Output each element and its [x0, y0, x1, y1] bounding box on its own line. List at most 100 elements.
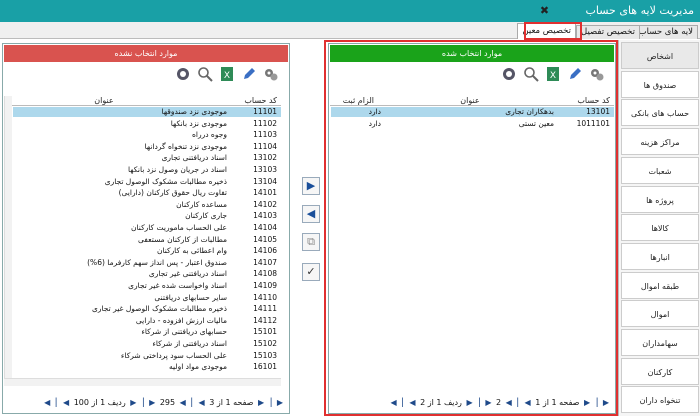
row-title: اسناد دریافتنی غیر تجاری	[148, 269, 227, 279]
table-row[interactable]: 15103 علی الحساب سود پرداختی شرکاء	[13, 351, 281, 361]
table-row[interactable]: 11104 موجودی نزد تنخواه گردانها	[13, 142, 281, 152]
rows-next-button[interactable]: ◀	[63, 396, 69, 410]
prev-page-button[interactable]: ▶	[258, 396, 264, 410]
table-row[interactable]: 16101 موجودی مواد اولیه	[13, 362, 281, 372]
gears-icon[interactable]	[589, 66, 605, 82]
rows-next-button[interactable]: ◀	[409, 396, 415, 410]
table-row[interactable]: 14110 سایر حسابهای دریافتنی	[13, 293, 281, 303]
confirm-button[interactable]: ✓	[302, 263, 320, 281]
total-count: 295	[159, 398, 176, 407]
row-code: 11102	[253, 118, 277, 128]
copy-button[interactable]: ⧉	[302, 233, 320, 251]
table-row[interactable]: 13103 اسناد در جریان وصول نزد بانکها	[13, 165, 281, 175]
row-title: علی الحساب ماموریت کارکنان	[131, 223, 227, 232]
left-hscroll[interactable]	[4, 378, 281, 386]
table-row[interactable]: 11103 وجوه درراه	[13, 130, 281, 140]
excel-icon[interactable]: X	[219, 66, 235, 82]
sidebar-item[interactable]: حساب های بانکی	[621, 99, 699, 127]
prev-page-button[interactable]: ▶	[584, 396, 590, 410]
sidebar-item[interactable]: کالاها	[621, 214, 699, 242]
row-title: مالیات ارزش افزوده - دارایی	[135, 315, 227, 325]
table-row[interactable]: 14112 مالیات ارزش افزوده - دارایی	[13, 316, 281, 326]
sidebar-item[interactable]: طبقه اموال	[621, 271, 699, 299]
sidebar-item[interactable]: اشخاص	[621, 42, 699, 69]
tab-detail-assign[interactable]: تخصیص تفصیل	[576, 25, 640, 39]
row-code: 16101	[253, 362, 277, 372]
left-vscroll[interactable]	[4, 96, 12, 386]
row-code: 14110	[253, 292, 277, 302]
rows-last-button[interactable]: ▕◀	[391, 396, 403, 410]
table-row[interactable]: 11101 موجودی نزد صندوقها	[13, 107, 281, 117]
table-row[interactable]: 13102 اسناد دریافتنی تجاری	[13, 153, 281, 163]
selected-header: موارد انتخاب شده	[330, 45, 614, 62]
first-page-button[interactable]: ▶▏	[271, 396, 283, 410]
last-page-button[interactable]: ▕◀	[506, 396, 518, 410]
last-page-button[interactable]: ▕◀	[180, 396, 192, 410]
rows-first-button[interactable]: ▶▏	[479, 396, 491, 410]
table-row[interactable]: 14108 اسناد دریافتنی غیر تجاری	[13, 269, 281, 279]
rows-first-button[interactable]: ▶▏	[143, 396, 155, 410]
table-row[interactable]: 14103 جاری کارکنان	[13, 211, 281, 221]
refresh-icon[interactable]	[501, 66, 517, 82]
first-page-button[interactable]: ▶▏	[597, 396, 609, 410]
search-icon[interactable]	[523, 66, 539, 82]
col-title[interactable]: عنوان	[64, 96, 144, 106]
row-code: 14109	[253, 281, 277, 290]
row-code: 11101	[253, 107, 277, 116]
left-table-header: کد حساب عنوان	[4, 96, 281, 106]
rows-prev-button[interactable]: ▶	[130, 396, 136, 410]
sidebar-item[interactable]: مراکز هزینه	[621, 128, 699, 156]
tab-account-layers[interactable]: لایه های حساب	[633, 25, 698, 39]
row-code: 14105	[253, 234, 277, 244]
table-row[interactable]: 14101 تفاوت ریال حقوق کارکنان (دارایی)	[13, 188, 281, 198]
rows-prev-button[interactable]: ▶	[466, 396, 472, 410]
rows-last-button[interactable]: ▕◀	[44, 396, 56, 410]
row-title: اسناد دریافتنی تجاری	[161, 153, 227, 163]
table-row[interactable]: 14111 ذخیره مطالبات مشکوک الوصول غیر تجار…	[13, 304, 281, 314]
pencil-icon[interactable]	[241, 66, 257, 82]
pencil-icon[interactable]	[567, 66, 583, 82]
gears-icon[interactable]	[263, 66, 279, 82]
search-icon[interactable]	[197, 66, 213, 82]
sidebar-item[interactable]: تنخواه داران	[621, 386, 699, 414]
sidebar-item[interactable]: کارکنان	[621, 357, 699, 385]
col-title[interactable]: عنوان	[430, 96, 510, 106]
table-row[interactable]: 1011101 معین تستی دارد	[331, 119, 614, 129]
left-toolbar: X	[175, 66, 285, 86]
table-row[interactable]: 14105 مطالبات از کارکنان مستعفی	[13, 235, 281, 245]
sidebar-item[interactable]: اموال	[621, 300, 699, 328]
table-row[interactable]: 14104 علی الحساب ماموریت کارکنان	[13, 223, 281, 233]
total-count: 2	[496, 398, 502, 407]
table-row[interactable]: 15101 حسابهای دریافتنی از شرکاء	[13, 327, 281, 337]
table-row[interactable]: 15102 اسناد دریافتنی از شرکاء	[13, 339, 281, 349]
next-page-button[interactable]: ◀	[199, 396, 205, 410]
tab-strip: لایه های حساب تخصیص تفصیل تخصیص معین	[0, 22, 700, 39]
row-title: اسناد واخواست شده غیر تجاری	[128, 281, 227, 290]
right-table-header: کد حساب عنوان الزام ثبت	[330, 96, 614, 106]
sidebar-item[interactable]: انبارها	[621, 242, 699, 270]
col-code[interactable]: کد حساب	[570, 96, 610, 106]
move-left-button[interactable]: ◀	[302, 205, 320, 223]
row-code: 14108	[253, 269, 277, 279]
refresh-icon[interactable]	[175, 66, 191, 82]
row-code: 13103	[253, 165, 277, 174]
table-row[interactable]: 13101 بدهکاران تجاری دارد	[331, 107, 614, 117]
move-right-button[interactable]: ▶	[302, 177, 320, 195]
unselected-header: موارد انتخاب نشده	[4, 45, 288, 62]
excel-icon[interactable]: X	[545, 66, 561, 82]
col-required[interactable]: الزام ثبت	[334, 96, 374, 106]
table-row[interactable]: 13104 ذخیره مطالبات مشکوک الوصول تجاری	[13, 177, 281, 187]
close-icon[interactable]: ✖	[539, 5, 550, 16]
next-page-button[interactable]: ◀	[525, 396, 531, 410]
row-title: موجودی نزد بانکها	[170, 118, 227, 128]
sidebar-item[interactable]: صندوق ها	[621, 70, 699, 98]
sidebar-item[interactable]: سهامداران	[621, 329, 699, 356]
table-row[interactable]: 14107 صندوق اعتبار - پس انداز سهم کارفرما…	[13, 258, 281, 268]
table-row[interactable]: 14109 اسناد واخواست شده غیر تجاری	[13, 281, 281, 291]
sidebar-item[interactable]: شعبات	[621, 156, 699, 184]
table-row[interactable]: 14106 وام اعطائی به کارکنان	[13, 246, 281, 256]
table-row[interactable]: 14102 مساعده کارکنان	[13, 200, 281, 210]
col-code[interactable]: کد حساب	[237, 96, 277, 106]
table-row[interactable]: 11102 موجودی نزد بانکها	[13, 119, 281, 129]
sidebar-item[interactable]: پروژه ها	[621, 185, 699, 213]
